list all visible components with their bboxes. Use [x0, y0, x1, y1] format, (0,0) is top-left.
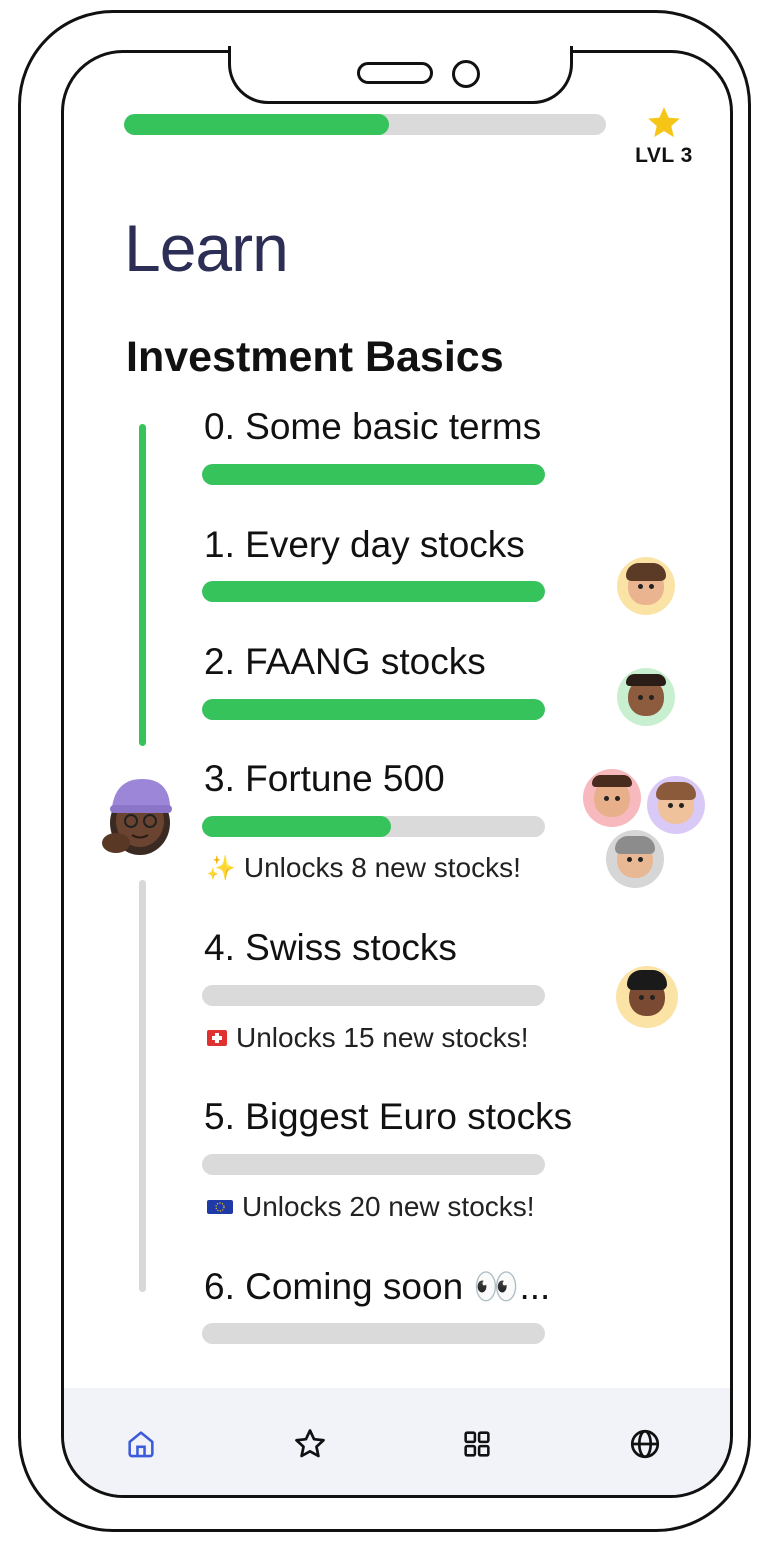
- lesson-progress-bar: [202, 581, 545, 602]
- level-label: LVL 3: [635, 144, 693, 167]
- lesson-unlock-note: Unlocks 20 new stocks!: [206, 1191, 535, 1223]
- lesson-title[interactable]: 3. Fortune 500: [204, 758, 445, 800]
- lesson-progress-bar: [202, 985, 545, 1006]
- level-progress-fill: [124, 114, 390, 135]
- lesson-unlock-note: Unlocks 15 new stocks!: [206, 1022, 529, 1054]
- speaker-icon: [357, 62, 433, 84]
- lesson-progress-bar: [202, 816, 545, 837]
- lesson-progress-fill: [202, 581, 545, 602]
- lesson-progress-fill: [202, 699, 545, 720]
- nav-globe[interactable]: [625, 1424, 665, 1464]
- sparkles-icon: ✨: [206, 854, 236, 882]
- camera-icon: [452, 60, 480, 88]
- nav-grid[interactable]: [457, 1424, 497, 1464]
- lesson-unlock-note: ✨ Unlocks 8 new stocks!: [206, 852, 521, 883]
- home-icon: [128, 1431, 154, 1458]
- friend-avatar[interactable]: [617, 557, 675, 615]
- nav-favorites[interactable]: [290, 1424, 330, 1464]
- lesson-title[interactable]: 5. Biggest Euro stocks: [204, 1096, 572, 1138]
- section-title: Investment Basics: [126, 333, 504, 381]
- friend-avatar[interactable]: [617, 668, 675, 726]
- lesson-progress-bar: [202, 464, 545, 485]
- lesson-title[interactable]: 6. Coming soon 👀...: [204, 1266, 550, 1309]
- lesson-progress-fill: [202, 464, 545, 485]
- grid-icon: [464, 1431, 490, 1457]
- user-avatar[interactable]: [98, 771, 182, 857]
- friend-avatar[interactable]: [583, 769, 641, 827]
- lesson-title[interactable]: 2. FAANG stocks: [204, 641, 486, 683]
- lesson-progress-bar: [202, 699, 545, 720]
- level-progress-bar: [124, 114, 606, 135]
- star-icon: [295, 1429, 325, 1458]
- level-badge[interactable]: LVL 3: [628, 104, 700, 168]
- friend-avatar[interactable]: [647, 776, 705, 834]
- friend-avatar[interactable]: [606, 830, 664, 888]
- timeline-remaining: [139, 880, 146, 1292]
- lesson-progress-fill: [202, 816, 391, 837]
- lesson-progress-bar: [202, 1154, 545, 1175]
- page-title: Learn: [124, 211, 289, 285]
- globe-icon: [630, 1429, 660, 1459]
- nav-home[interactable]: [121, 1424, 161, 1464]
- star-icon: [648, 107, 680, 138]
- timeline-completed: [139, 424, 146, 746]
- friend-avatar[interactable]: [616, 966, 678, 1028]
- lesson-title[interactable]: 1. Every day stocks: [204, 524, 525, 566]
- lesson-progress-bar: [202, 1323, 545, 1344]
- lesson-title[interactable]: 0. Some basic terms: [204, 406, 541, 448]
- eu-flag-icon: [207, 1200, 233, 1214]
- lesson-title[interactable]: 4. Swiss stocks: [204, 927, 457, 969]
- swiss-flag-icon: [207, 1030, 227, 1046]
